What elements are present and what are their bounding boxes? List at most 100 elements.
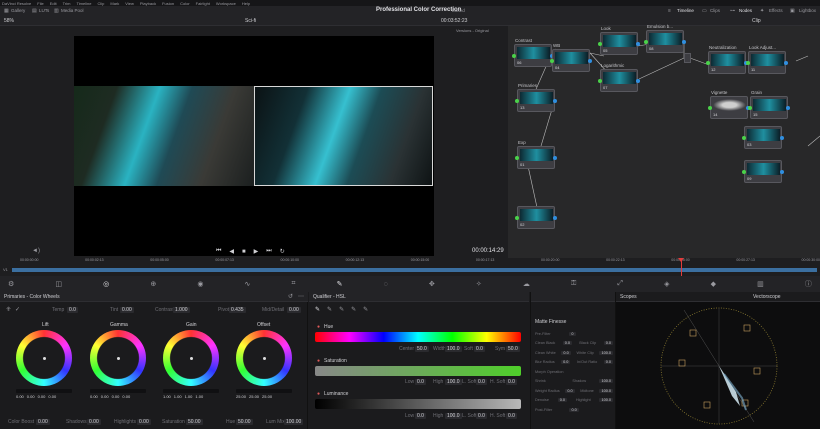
options-icon[interactable]: ⋯ xyxy=(298,293,304,300)
versions-label[interactable]: Versions - Original xyxy=(456,28,489,33)
luminance-bar[interactable] xyxy=(315,399,521,409)
curves-icon[interactable]: ∿ xyxy=(245,280,251,288)
shadows-field[interactable]: 0.00 xyxy=(87,419,101,425)
qualifier-icon[interactable]: ✎ xyxy=(337,280,343,288)
colorboost-field[interactable]: 0.00 xyxy=(36,419,50,425)
effects-button[interactable]: Effects xyxy=(769,8,783,13)
feather-plus-icon[interactable]: ✎ xyxy=(363,306,368,313)
media-pool-icon[interactable]: ▥ xyxy=(54,8,59,14)
mini-timeline[interactable]: 00:00:00:00 00:00:02:13 00:00:05:00 00:00:0… xyxy=(0,258,820,276)
sat-low-field[interactable]: 0.0 xyxy=(415,379,426,385)
tint-field[interactable]: 0.00 xyxy=(120,307,134,313)
scope-mode-select[interactable]: Vectorscope xyxy=(753,294,781,300)
luminance-dot-icon[interactable]: ● xyxy=(317,391,320,397)
rgb-mixer-icon[interactable]: ⊕ xyxy=(150,280,156,288)
matte-av[interactable]: 0.0 xyxy=(561,350,571,355)
effects-icon[interactable]: ✦ xyxy=(760,8,764,14)
lift-wheel[interactable] xyxy=(16,330,72,386)
loop-icon[interactable]: ↻ xyxy=(280,248,285,255)
node-contrast[interactable]: Contrast 06 xyxy=(512,38,554,67)
hue-bar[interactable] xyxy=(315,332,521,342)
menu-item[interactable]: Playback xyxy=(140,1,156,6)
key-icon[interactable]: ⚿ xyxy=(571,280,576,288)
temp-field[interactable]: 0.0 xyxy=(67,307,78,313)
lightbox-button[interactable]: Lightbox xyxy=(799,8,816,13)
highlights-field[interactable]: 0.00 xyxy=(137,419,151,425)
luts-button[interactable]: LUTs xyxy=(39,8,49,13)
node-09[interactable]: 09 xyxy=(742,160,784,183)
zoom-level[interactable]: 58% xyxy=(4,18,14,24)
pivot-field[interactable]: 0.435 xyxy=(229,307,246,313)
first-frame-icon[interactable]: ⏮ xyxy=(216,248,221,255)
gain-master-slider[interactable] xyxy=(163,389,219,393)
lum-hsoft-field[interactable]: 0.0 xyxy=(506,413,517,419)
saturation-field[interactable]: 50.00 xyxy=(186,419,203,425)
matte-bv[interactable]: 0.0 xyxy=(603,360,613,365)
lummix-field[interactable]: 100.00 xyxy=(284,419,304,425)
menu-item[interactable]: File xyxy=(37,1,43,6)
matte-av[interactable]: 0.0 xyxy=(565,388,575,393)
auto-balance-icon[interactable]: ✓ xyxy=(15,306,20,313)
node-neutralization[interactable]: Neutralization 12 xyxy=(706,45,748,74)
stop-icon[interactable]: ■ xyxy=(242,249,246,255)
matte-av[interactable]: 0.0 xyxy=(562,341,572,346)
reset-icon[interactable]: ↺ xyxy=(288,293,293,300)
reverse-play-icon[interactable]: ◀ xyxy=(229,248,234,255)
contrast-field[interactable]: 1.000 xyxy=(173,307,190,313)
gamma-wheel[interactable] xyxy=(90,330,146,386)
menu-item[interactable]: Help xyxy=(242,1,250,6)
3d-icon[interactable]: ◈ xyxy=(664,280,669,288)
matte-av[interactable]: 0.0 xyxy=(561,360,571,365)
node-03[interactable]: 03 xyxy=(742,126,784,149)
node-exp[interactable]: Exp 01 xyxy=(515,140,557,169)
node-grain[interactable]: Grain 15 xyxy=(748,90,790,119)
menu-item[interactable]: Workspace xyxy=(216,1,236,6)
sym-field[interactable]: 50.0 xyxy=(506,346,520,352)
info-icon[interactable]: ⓘ xyxy=(805,279,812,289)
nodes-icon[interactable]: ⊶ xyxy=(730,8,735,14)
motion-effects-icon[interactable]: ◉ xyxy=(197,280,203,288)
matte-av[interactable]: 0.0 xyxy=(557,398,568,403)
menu-item[interactable]: View xyxy=(125,1,134,6)
lift-master-slider[interactable] xyxy=(16,389,72,393)
menu-item[interactable]: Trim xyxy=(63,1,71,6)
picker-icon[interactable]: ⁜ xyxy=(6,306,11,313)
node-02[interactable]: 02 xyxy=(515,206,557,229)
keyframes-icon[interactable]: ◆ xyxy=(711,280,716,288)
offset-wheel[interactable] xyxy=(236,330,292,386)
volume-icon[interactable]: ◄) xyxy=(32,248,40,254)
magic-mask-icon[interactable]: ✧ xyxy=(476,280,482,288)
color-match-icon[interactable]: ◫ xyxy=(55,280,62,288)
node-primaries[interactable]: Primaries 13 xyxy=(515,83,557,112)
sat-hsoft-field[interactable]: 0.0 xyxy=(506,379,517,385)
matte-bv[interactable]: 100.0 xyxy=(599,379,613,384)
middetail-field[interactable]: 0.00 xyxy=(287,307,301,313)
nodes-button[interactable]: Nodes xyxy=(739,8,752,13)
matte-bv[interactable]: 100.0 xyxy=(599,350,613,355)
blur-icon[interactable]: ☁ xyxy=(523,280,530,288)
soft-field[interactable]: 0.0 xyxy=(474,346,485,352)
picker-minus-icon[interactable]: ✎ xyxy=(327,306,332,313)
node-logarithmic[interactable]: Logarithmic 07 xyxy=(598,63,640,92)
node-vignette[interactable]: Vignette 14 xyxy=(708,90,750,119)
feather-minus-icon[interactable]: ✎ xyxy=(351,306,356,313)
menu-item[interactable]: Timeline xyxy=(77,1,92,6)
play-icon[interactable]: ▶ xyxy=(254,248,259,255)
clips-icon[interactable]: ▭ xyxy=(702,8,707,14)
node-mixer[interactable] xyxy=(684,53,691,63)
tracker-icon[interactable]: ✥ xyxy=(429,280,435,288)
luts-icon[interactable]: ▤ xyxy=(32,8,37,14)
matte-bv[interactable]: 100.0 xyxy=(599,398,613,403)
node-look-adjust[interactable]: Look Adjust... 11 xyxy=(746,45,788,74)
menu-item[interactable]: Edit xyxy=(50,1,57,6)
matte-bv[interactable]: 0.0 xyxy=(603,341,613,346)
picker-plus-icon[interactable]: ✎ xyxy=(339,306,344,313)
menu-item[interactable]: Fusion xyxy=(162,1,174,6)
video-frame[interactable] xyxy=(74,36,434,256)
hue-dot-icon[interactable]: ● xyxy=(317,324,320,330)
menu-item[interactable]: Mark xyxy=(110,1,119,6)
saturation-bar[interactable] xyxy=(315,366,521,376)
matte-av[interactable]: 0.0 xyxy=(569,407,579,412)
offset-master-slider[interactable] xyxy=(236,389,292,393)
lum-low-field[interactable]: 0.0 xyxy=(415,413,426,419)
